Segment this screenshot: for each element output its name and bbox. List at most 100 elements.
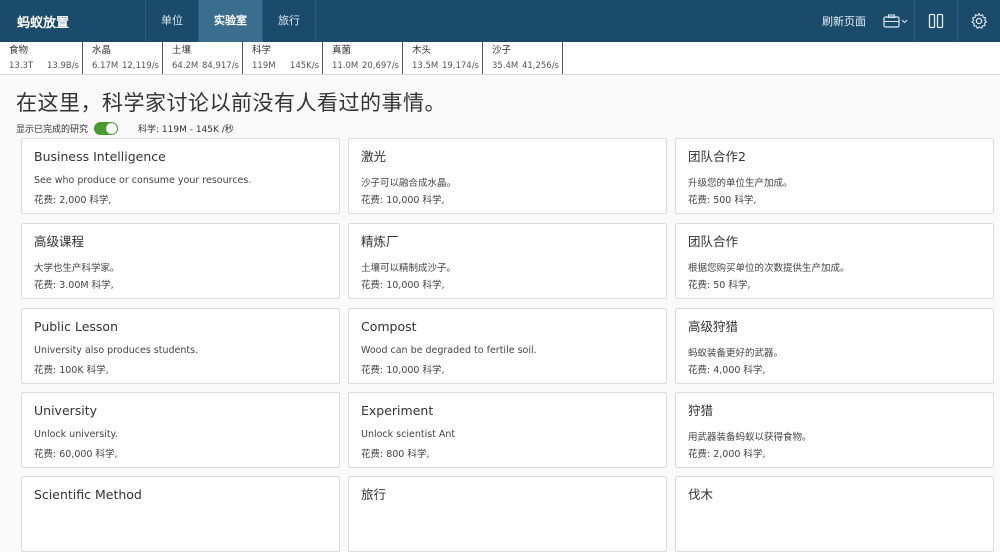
header-actions: 刷新页面 <box>822 0 1000 42</box>
research-description: 根据您购买单位的次数提供生产加成。 <box>688 263 850 274</box>
toggle-knob <box>106 122 118 134</box>
research-description: 土壤可以精制成沙子。 <box>361 263 457 274</box>
resource-bar: 食物 13.3T 13.9B/s 水晶 6.17M 12,119/s 土壤 64.2… <box>0 42 1000 75</box>
tab-units[interactable]: 单位 <box>145 0 198 42</box>
research-title: Scientific Method <box>34 487 142 502</box>
research-title: 团队合作2 <box>688 149 746 164</box>
tab-lab[interactable]: 实验室 <box>198 0 262 42</box>
research-card[interactable]: 高级狩猎 蚂蚁装备更好的武器。 花费: 4,000 科学, <box>675 308 994 384</box>
research-title: Business Intelligence <box>34 149 166 164</box>
research-title: 精炼厂 <box>361 234 399 249</box>
resource-fungus[interactable]: 真菌 11.0M 20,697/s <box>323 42 403 74</box>
research-description: 用武器装备蚂蚁以获得食物。 <box>688 432 812 443</box>
app-title[interactable]: 蚂蚁放置 <box>0 12 145 31</box>
research-description: 蚂蚁装备更好的武器。 <box>688 348 784 359</box>
resource-food[interactable]: 食物 13.3T 13.9B/s <box>0 42 83 74</box>
resource-rate: 19,174/s <box>441 61 479 71</box>
research-description: 大学也生产科学家。 <box>34 263 120 274</box>
columns-icon <box>928 13 944 29</box>
research-card[interactable]: 伐木 <box>675 476 994 552</box>
research-title: 旅行 <box>361 487 387 502</box>
research-cost: 花费: 100K 科学, <box>34 365 109 376</box>
resource-crystal[interactable]: 水晶 6.17M 12,119/s <box>83 42 163 74</box>
resource-name: 沙子 <box>492 45 512 56</box>
tab-travel[interactable]: 旅行 <box>262 0 316 42</box>
research-cost: 花费: 800 科学, <box>361 449 430 460</box>
gear-icon <box>971 12 988 29</box>
resource-rate: 145K/s <box>289 61 319 71</box>
resource-name: 食物 <box>9 45 29 56</box>
research-card[interactable]: University Unlock university. 花费: 60,000… <box>21 392 340 468</box>
research-title: 团队合作 <box>688 234 739 249</box>
research-title: 高级狩猎 <box>688 319 739 334</box>
research-cost: 花费: 50 科学, <box>688 280 751 291</box>
refresh-page-link[interactable]: 刷新页面 <box>822 13 866 29</box>
resource-name: 土壤 <box>172 45 192 56</box>
research-title: Experiment <box>361 403 434 418</box>
research-card[interactable]: Compost Wood can be degraded to fertile … <box>348 308 667 384</box>
layout-toggle-button[interactable] <box>915 0 957 42</box>
research-title: Compost <box>361 319 417 334</box>
research-card[interactable]: 精炼厂 土壤可以精制成沙子。 花费: 10,000 科学, <box>348 223 667 299</box>
resource-soil[interactable]: 土壤 64.2M 84,917/s <box>163 42 243 74</box>
research-cost: 花费: 10,000 科学, <box>361 365 445 376</box>
research-card[interactable]: Public Lesson University also produces s… <box>21 308 340 384</box>
research-title: 狩猎 <box>688 403 714 418</box>
resource-amount: 13.5M <box>412 61 439 71</box>
resource-amount: 6.17M <box>92 61 119 71</box>
toolbox-dropdown[interactable] <box>878 0 914 42</box>
resource-amount: 64.2M <box>172 61 199 71</box>
research-cost: 花费: 3.00M 科学, <box>34 280 114 291</box>
research-description: Unlock scientist Ant <box>361 429 456 440</box>
research-title: University <box>34 403 98 418</box>
research-card[interactable]: 团队合作 根据您购买单位的次数提供生产加成。 花费: 50 科学, <box>675 223 994 299</box>
lab-options-row: 显示已完成的研究 科学: 119M - 145K /秒 <box>0 119 1000 137</box>
resource-amount: 119M <box>252 61 276 71</box>
research-card[interactable]: 旅行 <box>348 476 667 552</box>
settings-button[interactable] <box>958 0 1000 42</box>
research-card[interactable]: 高级课程 大学也生产科学家。 花费: 3.00M 科学, <box>21 223 340 299</box>
research-cost: 花费: 500 科学, <box>688 195 757 206</box>
research-title: 激光 <box>361 149 387 164</box>
top-navbar: 蚂蚁放置 单位 实验室 旅行 刷新页面 <box>0 0 1000 42</box>
research-cost: 花费: 60,000 科学, <box>34 449 118 460</box>
research-title: Public Lesson <box>34 319 118 334</box>
resource-rate: 41,256/s <box>521 61 559 71</box>
resource-name: 真菌 <box>332 45 352 56</box>
resource-rate: 84,917/s <box>201 61 239 71</box>
research-description: 沙子可以融合成水晶。 <box>361 178 457 189</box>
science-summary: 科学: 119M - 145K /秒 <box>138 124 234 135</box>
research-cost: 花费: 2,000 科学, <box>688 449 766 460</box>
resource-name: 水晶 <box>92 45 112 56</box>
research-cost: 花费: 10,000 科学, <box>361 280 445 291</box>
research-card[interactable]: 狩猎 用武器装备蚂蚁以获得食物。 花费: 2,000 科学, <box>675 392 994 468</box>
research-title: 高级课程 <box>34 234 85 249</box>
toolbox-icon <box>883 14 908 28</box>
research-card[interactable]: Business Intelligence See who produce or… <box>21 138 340 214</box>
main-nav: 单位 实验室 旅行 <box>145 0 316 42</box>
show-completed-label: 显示已完成的研究 <box>16 124 89 135</box>
research-card[interactable]: Scientific Method <box>21 476 340 552</box>
resource-rate: 13.9B/s <box>46 61 79 71</box>
resource-sand[interactable]: 沙子 35.4M 41,256/s <box>483 42 563 74</box>
resource-amount: 35.4M <box>492 61 519 71</box>
resource-wood[interactable]: 木头 13.5M 19,174/s <box>403 42 483 74</box>
research-description: 升级您的单位生产加成。 <box>688 178 793 189</box>
research-card[interactable]: 团队合作2 升级您的单位生产加成。 花费: 500 科学, <box>675 138 994 214</box>
resource-name: 木头 <box>412 45 432 56</box>
resource-amount: 11.0M <box>332 61 359 71</box>
research-description: Wood can be degraded to fertile soil. <box>361 345 537 356</box>
resource-name: 科学 <box>252 45 272 56</box>
show-completed-toggle[interactable] <box>94 121 119 135</box>
research-cost: 花费: 2,000 科学, <box>34 195 112 206</box>
research-card[interactable]: 激光 沙子可以融合成水晶。 花费: 10,000 科学, <box>348 138 667 214</box>
resource-amount: 13.3T <box>9 61 34 71</box>
resource-rate: 12,119/s <box>121 61 159 71</box>
research-title: 伐木 <box>688 487 714 502</box>
research-cost: 花费: 10,000 科学, <box>361 195 445 206</box>
research-card[interactable]: Experiment Unlock scientist Ant 花费: 800 … <box>348 392 667 468</box>
resource-science[interactable]: 科学 119M 145K/s <box>243 42 323 74</box>
research-cost: 花费: 4,000 科学, <box>688 365 766 376</box>
resource-rate: 20,697/s <box>361 61 399 71</box>
research-description: Unlock university. <box>34 429 118 440</box>
